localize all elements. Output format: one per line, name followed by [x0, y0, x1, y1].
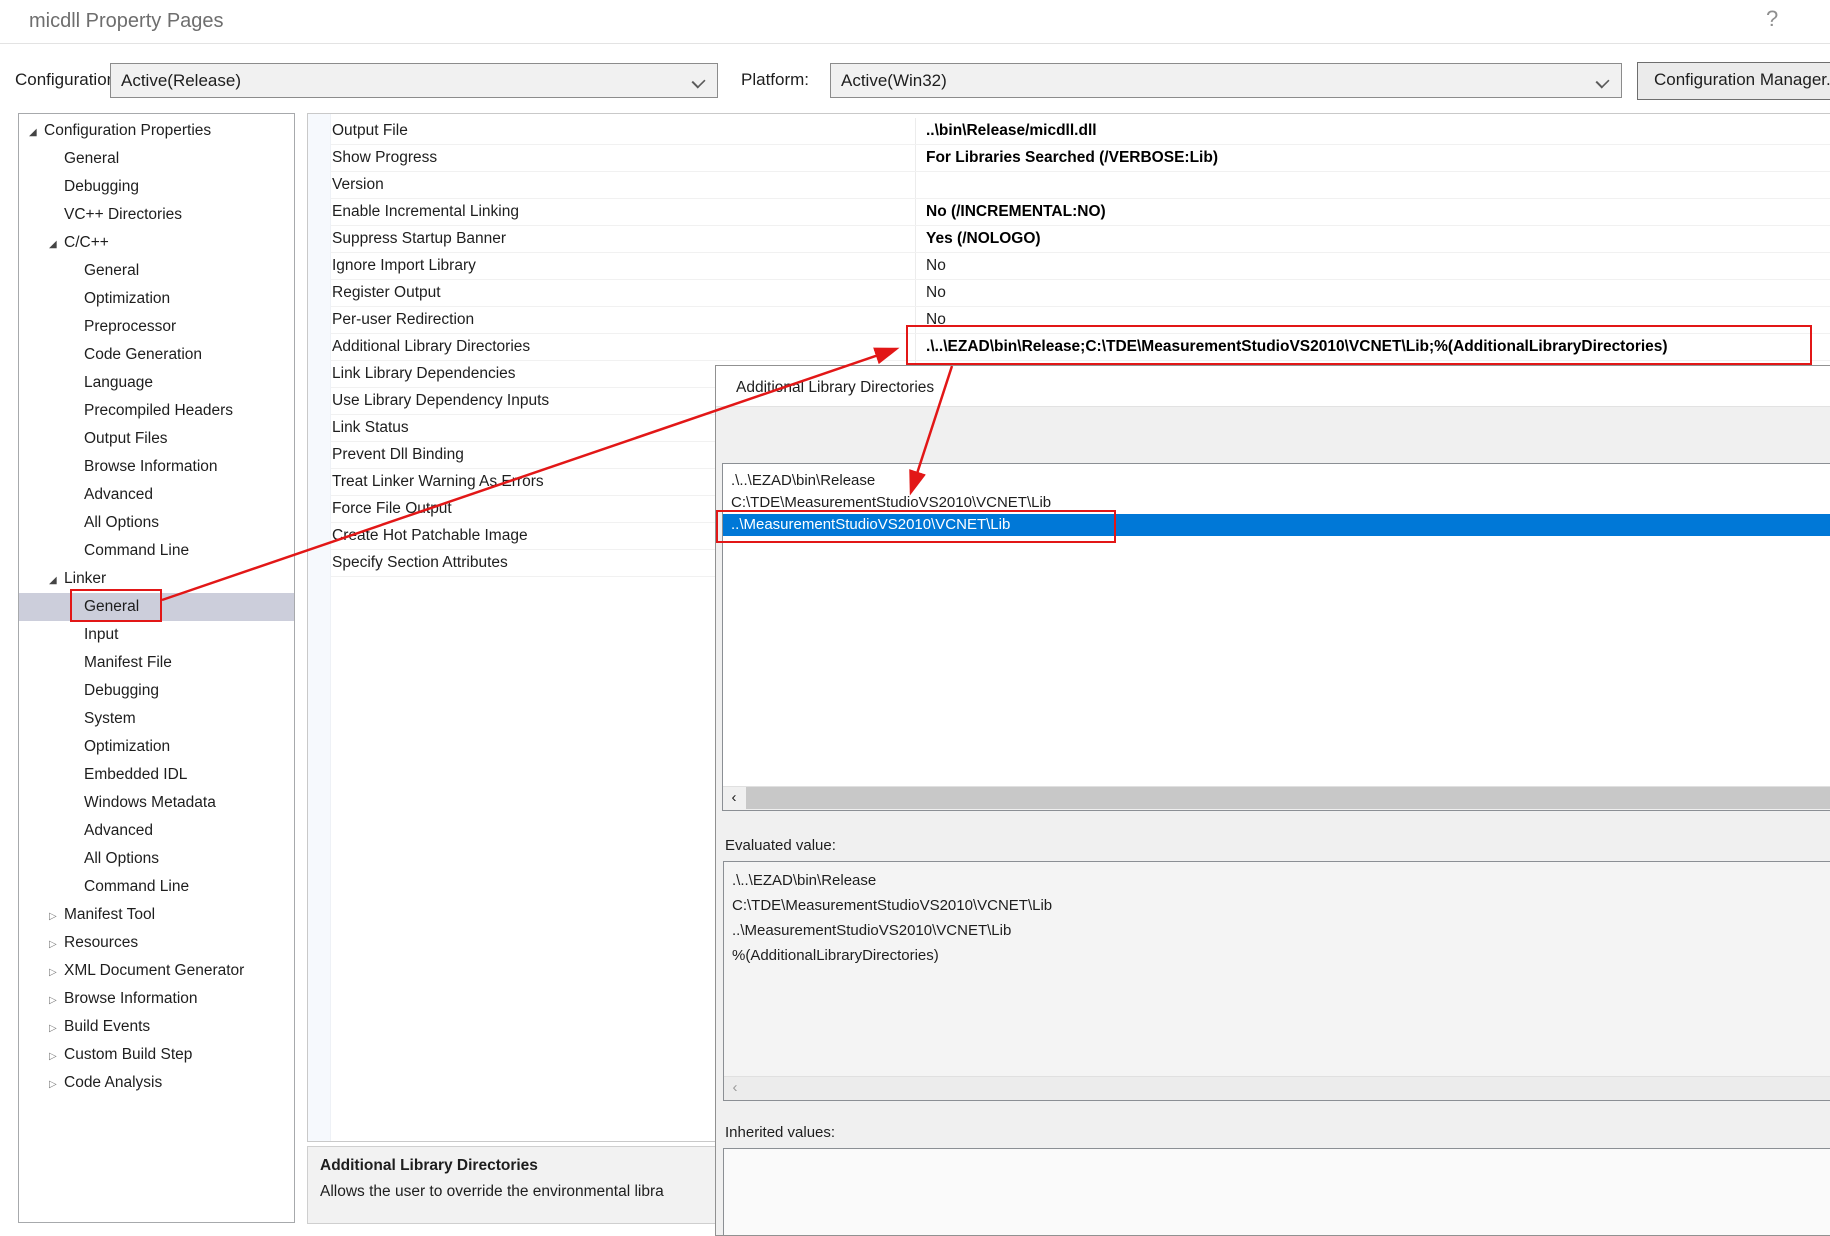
property-value[interactable]: No	[916, 280, 1830, 306]
horizontal-scrollbar[interactable]: ‹	[724, 1076, 1830, 1100]
tree-item[interactable]: All Options	[19, 845, 294, 873]
popup-title: Additional Library Directories	[716, 366, 1830, 406]
tree-item-linker[interactable]: Linker	[19, 565, 294, 593]
scroll-left-icon[interactable]: ‹	[724, 1077, 746, 1099]
popup-toolbar	[716, 406, 1830, 464]
tree-item[interactable]: Input	[19, 621, 294, 649]
tree-item[interactable]: Advanced	[19, 817, 294, 845]
configuration-manager-button[interactable]: Configuration Manager...	[1637, 62, 1830, 100]
platform-label: Platform:	[741, 70, 809, 90]
additional-library-directories-popup: Additional Library Directories .\..\EZAD…	[715, 365, 1830, 1236]
property-row[interactable]: Suppress Startup BannerYes (/NOLOGO)	[308, 226, 1830, 253]
tree-item-configuration-properties[interactable]: Configuration Properties	[19, 117, 294, 145]
property-value[interactable]: No	[916, 307, 1830, 333]
tree-item[interactable]: System	[19, 705, 294, 733]
property-value[interactable]: ..\bin\Release/micdll.dll	[916, 118, 1830, 144]
property-value[interactable]: Yes (/NOLOGO)	[916, 226, 1830, 252]
tree-item[interactable]: Optimization	[19, 733, 294, 761]
tree-item[interactable]: Browse Information	[19, 453, 294, 481]
tree-item-debugging[interactable]: Debugging	[19, 173, 294, 201]
tree-item[interactable]: Precompiled Headers	[19, 397, 294, 425]
tree-item[interactable]: Advanced	[19, 481, 294, 509]
evaluated-line: C:\TDE\MeasurementStudioVS2010\VCNET\Lib	[732, 893, 1830, 918]
property-value[interactable]: No (/INCREMENTAL:NO)	[916, 199, 1830, 225]
property-value[interactable]: .\..\EZAD\bin\Release;C:\TDE\Measurement…	[916, 334, 1830, 360]
tree-item[interactable]: General	[19, 257, 294, 285]
tree-expander-icon[interactable]	[49, 959, 64, 987]
evaluated-value-box[interactable]: .\..\EZAD\bin\Release C:\TDE\Measurement…	[723, 861, 1830, 1101]
tree-item[interactable]: Windows Metadata	[19, 789, 294, 817]
list-item[interactable]: C:\TDE\MeasurementStudioVS2010\VCNET\Lib	[723, 492, 1830, 514]
scrollbar-thumb[interactable]	[746, 787, 1830, 809]
tree-expander-icon[interactable]	[49, 231, 64, 259]
property-value[interactable]: For Libraries Searched (/VERBOSE:Lib)	[916, 145, 1830, 171]
tree-item-manifest-tool[interactable]: Manifest Tool	[19, 901, 294, 929]
evaluated-line: ..\MeasurementStudioVS2010\VCNET\Lib	[732, 918, 1830, 943]
properties-tree: Configuration Properties General Debuggi…	[18, 113, 295, 1223]
tree-item[interactable]: Preprocessor	[19, 313, 294, 341]
property-row[interactable]: Register OutputNo	[308, 280, 1830, 307]
tree-item[interactable]: Code Generation	[19, 341, 294, 369]
property-row[interactable]: Ignore Import LibraryNo	[308, 253, 1830, 280]
tree-item[interactable]: Output Files	[19, 425, 294, 453]
tree-expander-icon[interactable]	[49, 1043, 64, 1071]
inherited-values-box[interactable]	[723, 1148, 1830, 1236]
property-row-additional-library-directories[interactable]: Additional Library Directories.\..\EZAD\…	[308, 334, 1830, 361]
evaluated-line: %(AdditionalLibraryDirectories)	[732, 943, 1830, 968]
property-value[interactable]: No	[916, 253, 1830, 279]
page-title: micdll Property Pages	[29, 10, 224, 33]
tree-item-vc-directories[interactable]: VC++ Directories	[19, 201, 294, 229]
list-item[interactable]: .\..\EZAD\bin\Release	[723, 470, 1830, 492]
tree-item-linker-general[interactable]: General	[19, 593, 294, 621]
tree-item[interactable]: Debugging	[19, 677, 294, 705]
platform-combobox[interactable]: Active(Win32)	[830, 63, 1622, 98]
tree-item[interactable]: Manifest File	[19, 649, 294, 677]
platform-combobox-value: Active(Win32)	[841, 71, 947, 90]
tree-item-resources[interactable]: Resources	[19, 929, 294, 957]
tree-item-code-analysis[interactable]: Code Analysis	[19, 1069, 294, 1097]
scroll-left-icon[interactable]: ‹	[723, 787, 745, 809]
tree-item[interactable]: Command Line	[19, 537, 294, 565]
tree-expander-icon[interactable]	[49, 1071, 64, 1099]
horizontal-scrollbar[interactable]: ‹	[723, 786, 1830, 810]
tree-expander-icon[interactable]	[29, 119, 44, 147]
inherited-values-label: Inherited values:	[725, 1124, 835, 1141]
help-icon[interactable]: ?	[1766, 6, 1778, 32]
evaluated-line: .\..\EZAD\bin\Release	[732, 868, 1830, 893]
tree-item[interactable]: All Options	[19, 509, 294, 537]
chevron-down-icon	[1595, 74, 1609, 88]
property-row[interactable]: Per-user RedirectionNo	[308, 307, 1830, 334]
tree-item-browse-information[interactable]: Browse Information	[19, 985, 294, 1013]
configuration-label: Configuration:	[15, 70, 121, 90]
property-row[interactable]: Enable Incremental LinkingNo (/INCREMENT…	[308, 199, 1830, 226]
tree-expander-icon[interactable]	[49, 903, 64, 931]
tree-item-custom-build-step[interactable]: Custom Build Step	[19, 1041, 294, 1069]
property-row[interactable]: Version	[308, 172, 1830, 199]
tree-expander-icon[interactable]	[49, 987, 64, 1015]
list-item-selected[interactable]: ..\MeasurementStudioVS2010\VCNET\Lib	[723, 514, 1830, 536]
header-divider	[0, 43, 1830, 44]
tree-item-build-events[interactable]: Build Events	[19, 1013, 294, 1041]
configuration-combobox[interactable]: Active(Release)	[110, 63, 718, 98]
tree-expander-icon[interactable]	[49, 931, 64, 959]
tree-item[interactable]: Embedded IDL	[19, 761, 294, 789]
evaluated-value-label: Evaluated value:	[725, 837, 836, 854]
configuration-combobox-value: Active(Release)	[121, 71, 241, 90]
tree-expander-icon[interactable]	[49, 1015, 64, 1043]
tree-item[interactable]: Command Line	[19, 873, 294, 901]
tree-item[interactable]: Optimization	[19, 285, 294, 313]
tree-item-general[interactable]: General	[19, 145, 294, 173]
chevron-down-icon	[691, 74, 705, 88]
property-row[interactable]: Show ProgressFor Libraries Searched (/VE…	[308, 145, 1830, 172]
tree-expander-icon[interactable]	[49, 567, 64, 595]
tree-item-c-cpp[interactable]: C/C++	[19, 229, 294, 257]
property-row[interactable]: Output File..\bin\Release/micdll.dll	[308, 118, 1830, 145]
tree-item[interactable]: Language	[19, 369, 294, 397]
directories-list[interactable]: .\..\EZAD\bin\Release C:\TDE\Measurement…	[722, 463, 1830, 811]
property-pages-dialog: micdll Property Pages ? Configuration: A…	[0, 0, 1830, 1236]
tree-item-xml-document-generator[interactable]: XML Document Generator	[19, 957, 294, 985]
property-value[interactable]	[916, 172, 1830, 198]
